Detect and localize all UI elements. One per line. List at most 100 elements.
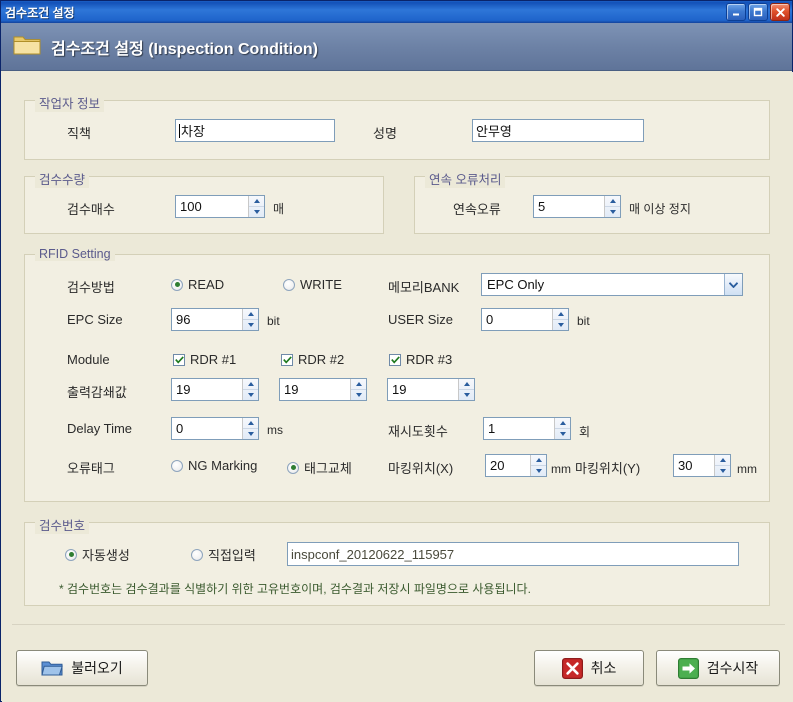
error-tag-replace-radio[interactable]: 태그교체	[287, 458, 352, 477]
spinner-up-icon[interactable]	[553, 309, 568, 320]
start-inspection-button[interactable]: 검수시작	[656, 650, 780, 686]
retry-value: 1	[488, 421, 496, 436]
position-value: 차장	[181, 124, 205, 139]
retry-unit: 회	[579, 425, 591, 439]
position-input[interactable]: 차장	[175, 119, 335, 142]
attenuation-rdr2-spinner[interactable]: 19	[279, 378, 367, 401]
marking-y-unit: mm	[737, 462, 757, 476]
module-rdr1-checkbox[interactable]: RDR #1	[173, 352, 236, 367]
spinner-down-icon[interactable]	[531, 466, 546, 476]
delay-time-arrows[interactable]	[242, 418, 258, 439]
spinner-down-icon[interactable]	[243, 320, 258, 330]
minimize-button[interactable]	[726, 3, 746, 21]
user-size-unit: bit	[577, 314, 590, 328]
spinner-up-icon[interactable]	[605, 196, 620, 207]
auto-generate-radio[interactable]: 자동생성	[65, 545, 130, 564]
spinner-down-icon[interactable]	[715, 466, 730, 476]
attenuation-rdr3-arrows[interactable]	[458, 379, 474, 400]
arrow-right-icon	[677, 657, 699, 679]
spinner-up-icon[interactable]	[243, 379, 258, 390]
spinner-up-icon[interactable]	[715, 455, 730, 466]
marking-y-spinner[interactable]: 30	[673, 454, 731, 477]
worker-info-group: 작업자 정보 직책 차장 성명 안무영	[24, 93, 770, 160]
count-spinner[interactable]: 100	[175, 195, 265, 218]
attenuation-rdr3-spinner[interactable]: 19	[387, 378, 475, 401]
marking-y-arrows[interactable]	[714, 455, 730, 476]
spinner-down-icon[interactable]	[351, 390, 366, 400]
module-rdr3-label: RDR #3	[406, 352, 453, 367]
spinner-up-icon[interactable]	[243, 309, 258, 320]
module-label: Module	[67, 352, 110, 367]
load-button[interactable]: 불러오기	[16, 650, 148, 686]
window-title: 검수조건 설정	[5, 5, 75, 20]
rfid-setting-caption: RFID Setting	[35, 247, 115, 261]
marking-x-arrows[interactable]	[530, 455, 546, 476]
radio-empty-icon	[171, 459, 183, 472]
module-rdr2-label: RDR #2	[298, 352, 345, 367]
close-button[interactable]	[770, 3, 790, 21]
epc-size-value: 96	[176, 312, 191, 327]
radio-selected-icon	[287, 461, 299, 474]
spinner-down-icon[interactable]	[553, 320, 568, 330]
manual-input-radio[interactable]: 직접입력	[191, 545, 256, 564]
name-input[interactable]: 안무영	[472, 119, 644, 142]
cancel-button[interactable]: 취소	[534, 650, 644, 686]
user-size-arrows[interactable]	[552, 309, 568, 330]
spinner-up-icon[interactable]	[243, 418, 258, 429]
retry-spinner[interactable]: 1	[483, 417, 571, 440]
count-label: 검수매수	[67, 202, 115, 217]
spinner-down-icon[interactable]	[555, 429, 570, 439]
error-handling-caption: 연속 오류처리	[425, 169, 506, 188]
spinner-down-icon[interactable]	[459, 390, 474, 400]
cancel-button-label: 취소	[590, 660, 617, 676]
spinner-down-icon[interactable]	[605, 207, 620, 217]
delay-time-unit: ms	[267, 423, 283, 437]
load-button-label: 불러오기	[71, 660, 123, 676]
maximize-button[interactable]	[748, 3, 768, 21]
spinner-up-icon[interactable]	[555, 418, 570, 429]
name-value: 안무영	[476, 124, 512, 139]
consecutive-error-arrows[interactable]	[604, 196, 620, 217]
epc-size-arrows[interactable]	[242, 309, 258, 330]
spinner-up-icon[interactable]	[459, 379, 474, 390]
window-controls	[726, 3, 790, 21]
chevron-down-icon[interactable]	[724, 274, 742, 295]
radio-selected-icon	[65, 548, 77, 561]
method-write-radio[interactable]: WRITE	[283, 277, 342, 292]
epc-size-unit: bit	[267, 314, 280, 328]
inspection-number-note: * 검수번호는 검수결과를 식별하기 위한 고유번호이며, 검수결과 저장시 파…	[59, 582, 531, 596]
position-label: 직책	[67, 126, 91, 141]
spinner-down-icon[interactable]	[243, 390, 258, 400]
retry-arrows[interactable]	[554, 418, 570, 439]
spinner-down-icon[interactable]	[243, 429, 258, 439]
inspection-number-input[interactable]: inspconf_20120622_115957	[287, 542, 739, 566]
module-rdr3-checkbox[interactable]: RDR #3	[389, 352, 452, 367]
attenuation-label: 출력감쇄값	[67, 385, 127, 400]
spinner-up-icon[interactable]	[249, 196, 264, 207]
checkbox-checked-icon	[281, 353, 293, 366]
spinner-up-icon[interactable]	[351, 379, 366, 390]
count-unit: 매	[273, 202, 285, 216]
attenuation-rdr2-arrows[interactable]	[350, 379, 366, 400]
count-spinner-arrows[interactable]	[248, 196, 264, 217]
attenuation-rdr1-value: 19	[176, 382, 191, 397]
attenuation-rdr1-spinner[interactable]: 19	[171, 378, 259, 401]
error-tag-ng-radio[interactable]: NG Marking	[171, 458, 257, 473]
checkbox-checked-icon	[173, 353, 185, 366]
delay-time-spinner[interactable]: 0	[171, 417, 259, 440]
retry-label: 재시도횟수	[388, 424, 448, 439]
spinner-down-icon[interactable]	[249, 207, 264, 217]
attenuation-rdr1-arrows[interactable]	[242, 379, 258, 400]
memory-bank-combo[interactable]: EPC Only	[481, 273, 743, 296]
memory-bank-value: EPC Only	[487, 277, 545, 292]
consecutive-error-spinner[interactable]: 5	[533, 195, 621, 218]
user-size-spinner[interactable]: 0	[481, 308, 569, 331]
epc-size-spinner[interactable]: 96	[171, 308, 259, 331]
spinner-up-icon[interactable]	[531, 455, 546, 466]
quantity-group: 검수수량 검수매수 100 매	[24, 169, 384, 234]
marking-x-spinner[interactable]: 20	[485, 454, 547, 477]
module-rdr2-checkbox[interactable]: RDR #2	[281, 352, 344, 367]
cancel-x-icon	[561, 657, 583, 679]
method-read-radio[interactable]: READ	[171, 277, 224, 292]
module-rdr1-label: RDR #1	[190, 352, 237, 367]
